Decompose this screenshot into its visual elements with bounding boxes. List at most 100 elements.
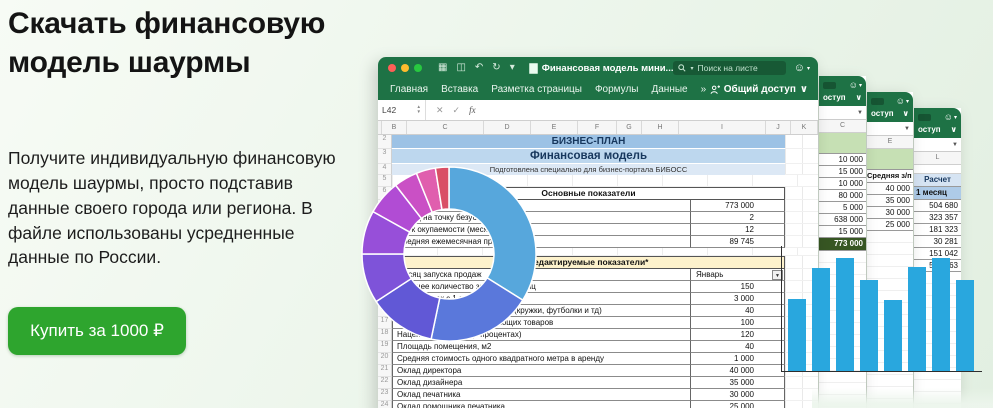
sheet-cell-header[interactable]: 1 месяц [914, 187, 961, 200]
sheet-cell-label[interactable]: Оклад помощника печатника [392, 401, 690, 408]
grid-gutter[interactable] [785, 164, 818, 175]
grid-gutter[interactable] [785, 187, 818, 200]
sheet-merged-cell[interactable]: БИЗНЕС-ПЛАН [392, 135, 785, 149]
sheet-cell-value[interactable]: 181 323 [914, 224, 961, 236]
cell-ref-stepper[interactable]: ▲▼ [417, 105, 421, 115]
column-header[interactable]: C [407, 121, 484, 134]
ribbon-tab[interactable]: » [701, 84, 707, 95]
sheet-cell-value[interactable]: 100 [690, 317, 785, 329]
row-number[interactable]: 23 [378, 389, 392, 401]
column-header[interactable]: L [914, 152, 961, 165]
share-button[interactable]: оступ∨ [823, 93, 862, 102]
sheet-cell-value[interactable]: 40 000 [690, 365, 785, 377]
sheet-cell-value[interactable]: 10 000 [819, 178, 866, 190]
share-button[interactable]: Общий доступ ∨ [710, 84, 808, 95]
filter-arrow-icon[interactable]: ▼ [904, 126, 910, 132]
sheet-cell-value[interactable]: 40 [690, 341, 785, 353]
share-button[interactable]: оступ∨ [918, 125, 957, 134]
sheet-cell-value[interactable]: 323 357 [914, 212, 961, 224]
sheet-cell-green[interactable] [819, 133, 866, 154]
share-button[interactable]: оступ∨ [871, 109, 909, 118]
sheet-cell-label[interactable]: Средняя з/п [867, 170, 913, 183]
ribbon-tab[interactable]: Главная [390, 84, 428, 95]
sheet-cell-value[interactable]: 25 000 [867, 219, 913, 231]
sheet-cell-value[interactable]: 120 [690, 329, 785, 341]
smiley-menu-button[interactable]: ☺ ▾ [794, 62, 810, 74]
sheet-cell-value[interactable]: 89 745 [690, 236, 785, 248]
filter-arrow-icon[interactable]: ▼ [952, 142, 958, 148]
minimize-button[interactable] [401, 64, 409, 72]
column-header[interactable]: J [766, 121, 791, 134]
toolbar-icon[interactable]: ↶ [475, 63, 483, 73]
row-number[interactable]: 24 [378, 401, 392, 408]
column-header[interactable]: D [484, 121, 531, 134]
grid-gutter[interactable] [785, 212, 818, 224]
toolbar-icon[interactable]: ▾ [510, 63, 515, 73]
row-number[interactable]: 21 [378, 365, 392, 377]
sheet-cell-value[interactable]: 638 000 [819, 214, 866, 226]
column-header[interactable]: F [578, 121, 617, 134]
smiley-menu-button[interactable]: ☺▾ [896, 96, 909, 106]
grid-gutter[interactable] [785, 135, 818, 149]
sheet-cell-value[interactable]: 2 [690, 212, 785, 224]
grid-gutter[interactable] [785, 149, 818, 164]
sheet-cell-value[interactable]: 30 000 [690, 389, 785, 401]
confirm-entry-icon[interactable]: ✓ [453, 105, 461, 116]
buy-button[interactable]: Купить за 1000 ₽ [8, 307, 186, 355]
ribbon-tab[interactable]: Формулы [595, 84, 639, 95]
grid-gutter[interactable] [785, 224, 818, 236]
toolbar-icon[interactable]: ◫ [456, 63, 465, 73]
sheet-cell-value[interactable]: 40 [690, 305, 785, 317]
sheet-cell-value[interactable]: 1 000 [690, 353, 785, 365]
row-number[interactable]: 20 [378, 353, 392, 365]
sheet-cell-value[interactable]: Январь▼ [690, 269, 785, 281]
row-number[interactable]: 22 [378, 377, 392, 389]
sheet-cell-value[interactable]: 504 680 [914, 200, 961, 212]
ribbon-tab[interactable]: Вставка [441, 84, 478, 95]
sheet-cell-label[interactable]: Оклад печатника [392, 389, 690, 401]
sheet-cell-header[interactable]: Расчет [914, 174, 961, 187]
sheet-cell-value[interactable]: 35 000 [867, 195, 913, 207]
ribbon-tab[interactable]: Данные [651, 84, 687, 95]
ribbon-tab[interactable]: Разметка страницы [491, 84, 582, 95]
sheet-cell-value[interactable]: 15 000 [819, 226, 866, 238]
column-header[interactable]: H [642, 121, 679, 134]
sheet-cell-value[interactable]: 80 000 [819, 190, 866, 202]
smiley-menu-button[interactable]: ☺▾ [944, 112, 957, 122]
sheet-cell[interactable] [914, 165, 961, 174]
column-header[interactable]: K [791, 121, 818, 134]
column-header[interactable]: C [819, 120, 866, 133]
close-button[interactable] [388, 64, 396, 72]
filter-arrow-icon[interactable]: ▼ [857, 110, 863, 116]
sheet-cell-label[interactable]: Оклад директора [392, 365, 690, 377]
sheet-cell-value[interactable]: 773 000 [690, 200, 785, 212]
sheet-cell-label[interactable]: Оклад дизайнера [392, 377, 690, 389]
column-header[interactable]: E [867, 136, 913, 149]
grid-gutter[interactable] [785, 200, 818, 212]
column-header[interactable]: B [382, 121, 407, 134]
sheet-cell-value[interactable]: 30 000 [867, 207, 913, 219]
sheet-cell-value[interactable]: 25 000 [690, 401, 785, 408]
column-header[interactable]: G [617, 121, 642, 134]
sheet-cell-label[interactable]: Средняя стоимость одного квадратного мет… [392, 353, 690, 365]
sheet-cell-value[interactable]: 10 000 [819, 154, 866, 166]
toolbar-icon[interactable]: ↻ [492, 63, 500, 73]
search-input[interactable]: ▾ Поиск на листе [673, 61, 785, 75]
sheet-cell-value[interactable]: 35 000 [690, 377, 785, 389]
cell-reference-box[interactable]: L42 ▲▼ [378, 100, 426, 120]
smiley-menu-button[interactable]: ☺▾ [849, 80, 862, 90]
sheet-cell-green[interactable] [867, 149, 913, 170]
sheet-cell-value[interactable]: 150 [690, 281, 785, 293]
row-number[interactable]: 2 [378, 135, 392, 149]
toolbar-icon[interactable]: ▦ [438, 63, 447, 73]
sheet-cell-value[interactable]: 40 000 [867, 183, 913, 195]
insert-function-icon[interactable]: fx [469, 105, 476, 115]
cancel-entry-icon[interactable]: ✕ [436, 105, 444, 116]
column-header[interactable]: E [531, 121, 578, 134]
column-header[interactable]: I [679, 121, 766, 134]
sheet-cell-value[interactable]: 12 [690, 224, 785, 236]
sheet-cell-value[interactable]: 15 000 [819, 166, 866, 178]
sheet-cell-value[interactable]: 3 000 [690, 293, 785, 305]
sheet-cell-value[interactable]: 5 000 [819, 202, 866, 214]
zoom-button[interactable] [414, 64, 422, 72]
